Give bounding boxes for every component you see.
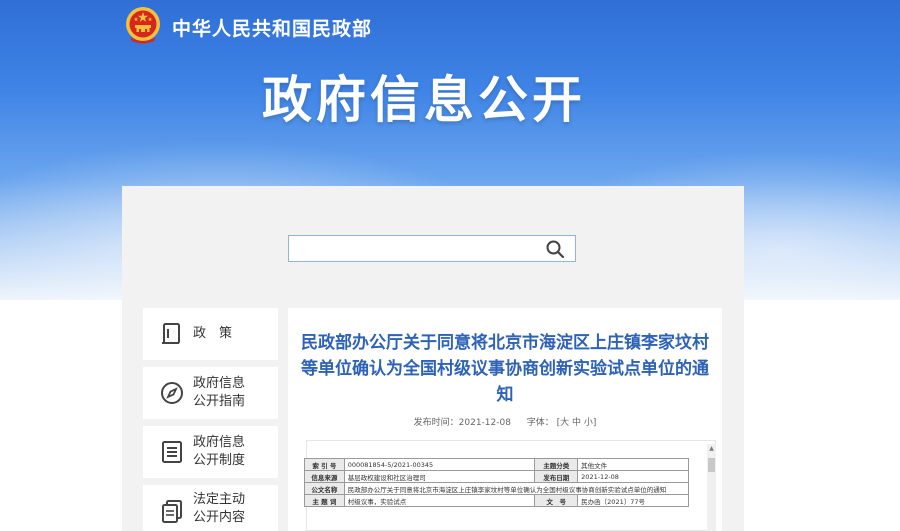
table-cell: 民办函〔2021〕77号 — [577, 494, 689, 507]
table-cell: 文 号 — [534, 494, 579, 507]
table-row: 主 题 词 村级议事，实验试点 文 号 民办函〔2021〕77号 — [304, 494, 689, 507]
search-box — [288, 235, 576, 262]
table-cell: 民政部办公厅关于同意将北京市海淀区上庄镇李家坟村等单位确认为全国村级议事协商创新… — [343, 482, 690, 495]
sidebar-item-system[interactable]: 政府信息 公开制度 — [143, 426, 278, 478]
publish-date: 发布时间：2021-12-08 — [413, 418, 511, 428]
table-cell: 主 题 词 — [304, 494, 345, 507]
national-emblem-icon — [126, 7, 160, 44]
font-size-switcher[interactable]: [大 中 小] — [557, 415, 597, 428]
document-info-table: 索 引 号 000081854-5/2021-00345 主题分类 其他文件 信… — [304, 458, 690, 507]
sidebar-item-guide[interactable]: 政府信息 公开指南 — [143, 367, 278, 419]
document-icon — [162, 323, 180, 344]
article-meta: 发布时间：2021-12-08 字体： [大 中 小] — [288, 415, 722, 428]
scroll-up-arrow-icon[interactable]: ▲ — [707, 444, 716, 454]
table-cell: 其他文件 — [577, 458, 689, 471]
table-cell: 主题分类 — [534, 458, 579, 471]
sidebar-item-label: 政府信息 — [193, 376, 246, 391]
documents-icon — [162, 500, 182, 523]
table-cell: 发布日期 — [534, 470, 579, 483]
sidebar-item-label: 公开内容 — [193, 510, 246, 525]
page-title: 政府信息公开 — [262, 71, 586, 129]
article-title: 民政部办公厅关于同意将北京市海淀区上庄镇李家坟村等单位确认为全国村级议事协商创新… — [301, 333, 709, 405]
table-cell: 村级议事，实验试点 — [343, 494, 536, 507]
sidebar-item-label: 法定主动 — [193, 492, 246, 507]
search-icon[interactable] — [545, 239, 565, 259]
table-row: 公文名称 民政部办公厅关于同意将北京市海淀区上庄镇李家坟村等单位确认为全国村级议… — [304, 482, 690, 495]
list-icon — [162, 441, 182, 463]
document-scrollbar[interactable]: ▲ — [707, 444, 716, 531]
sidebar-item-label: 政府信息 — [193, 435, 246, 450]
sidebar-item-statutory[interactable]: 法定主动 公开内容 — [143, 485, 278, 531]
table-cell: 基层政权建设和社区治理司 — [343, 470, 536, 483]
table-cell: 2021-12-08 — [577, 470, 689, 483]
table-row: 索 引 号 000081854-5/2021-00345 主题分类 其他文件 — [304, 458, 689, 471]
table-row: 信息来源 基层政权建设和社区治理司 发布日期 2021-12-08 — [304, 470, 689, 483]
ministry-name[interactable]: 中华人民共和国民政部 — [172, 14, 372, 41]
table-cell: 公文名称 — [304, 482, 345, 495]
sidebar-item-label: 政 策 — [193, 326, 233, 341]
search-input[interactable] — [293, 238, 533, 259]
font-size-label: 字体： — [526, 418, 554, 428]
table-cell: 000081854-5/2021-00345 — [343, 458, 536, 471]
sidebar-item-label: 公开制度 — [193, 453, 246, 468]
table-cell: 索 引 号 — [304, 458, 345, 471]
scroll-thumb[interactable] — [708, 458, 715, 472]
table-cell: 信息来源 — [304, 470, 345, 483]
sidebar-item-label: 公开指南 — [193, 394, 246, 409]
compass-icon — [161, 382, 183, 404]
sidebar-item-policy[interactable]: 政 策 — [143, 308, 278, 360]
